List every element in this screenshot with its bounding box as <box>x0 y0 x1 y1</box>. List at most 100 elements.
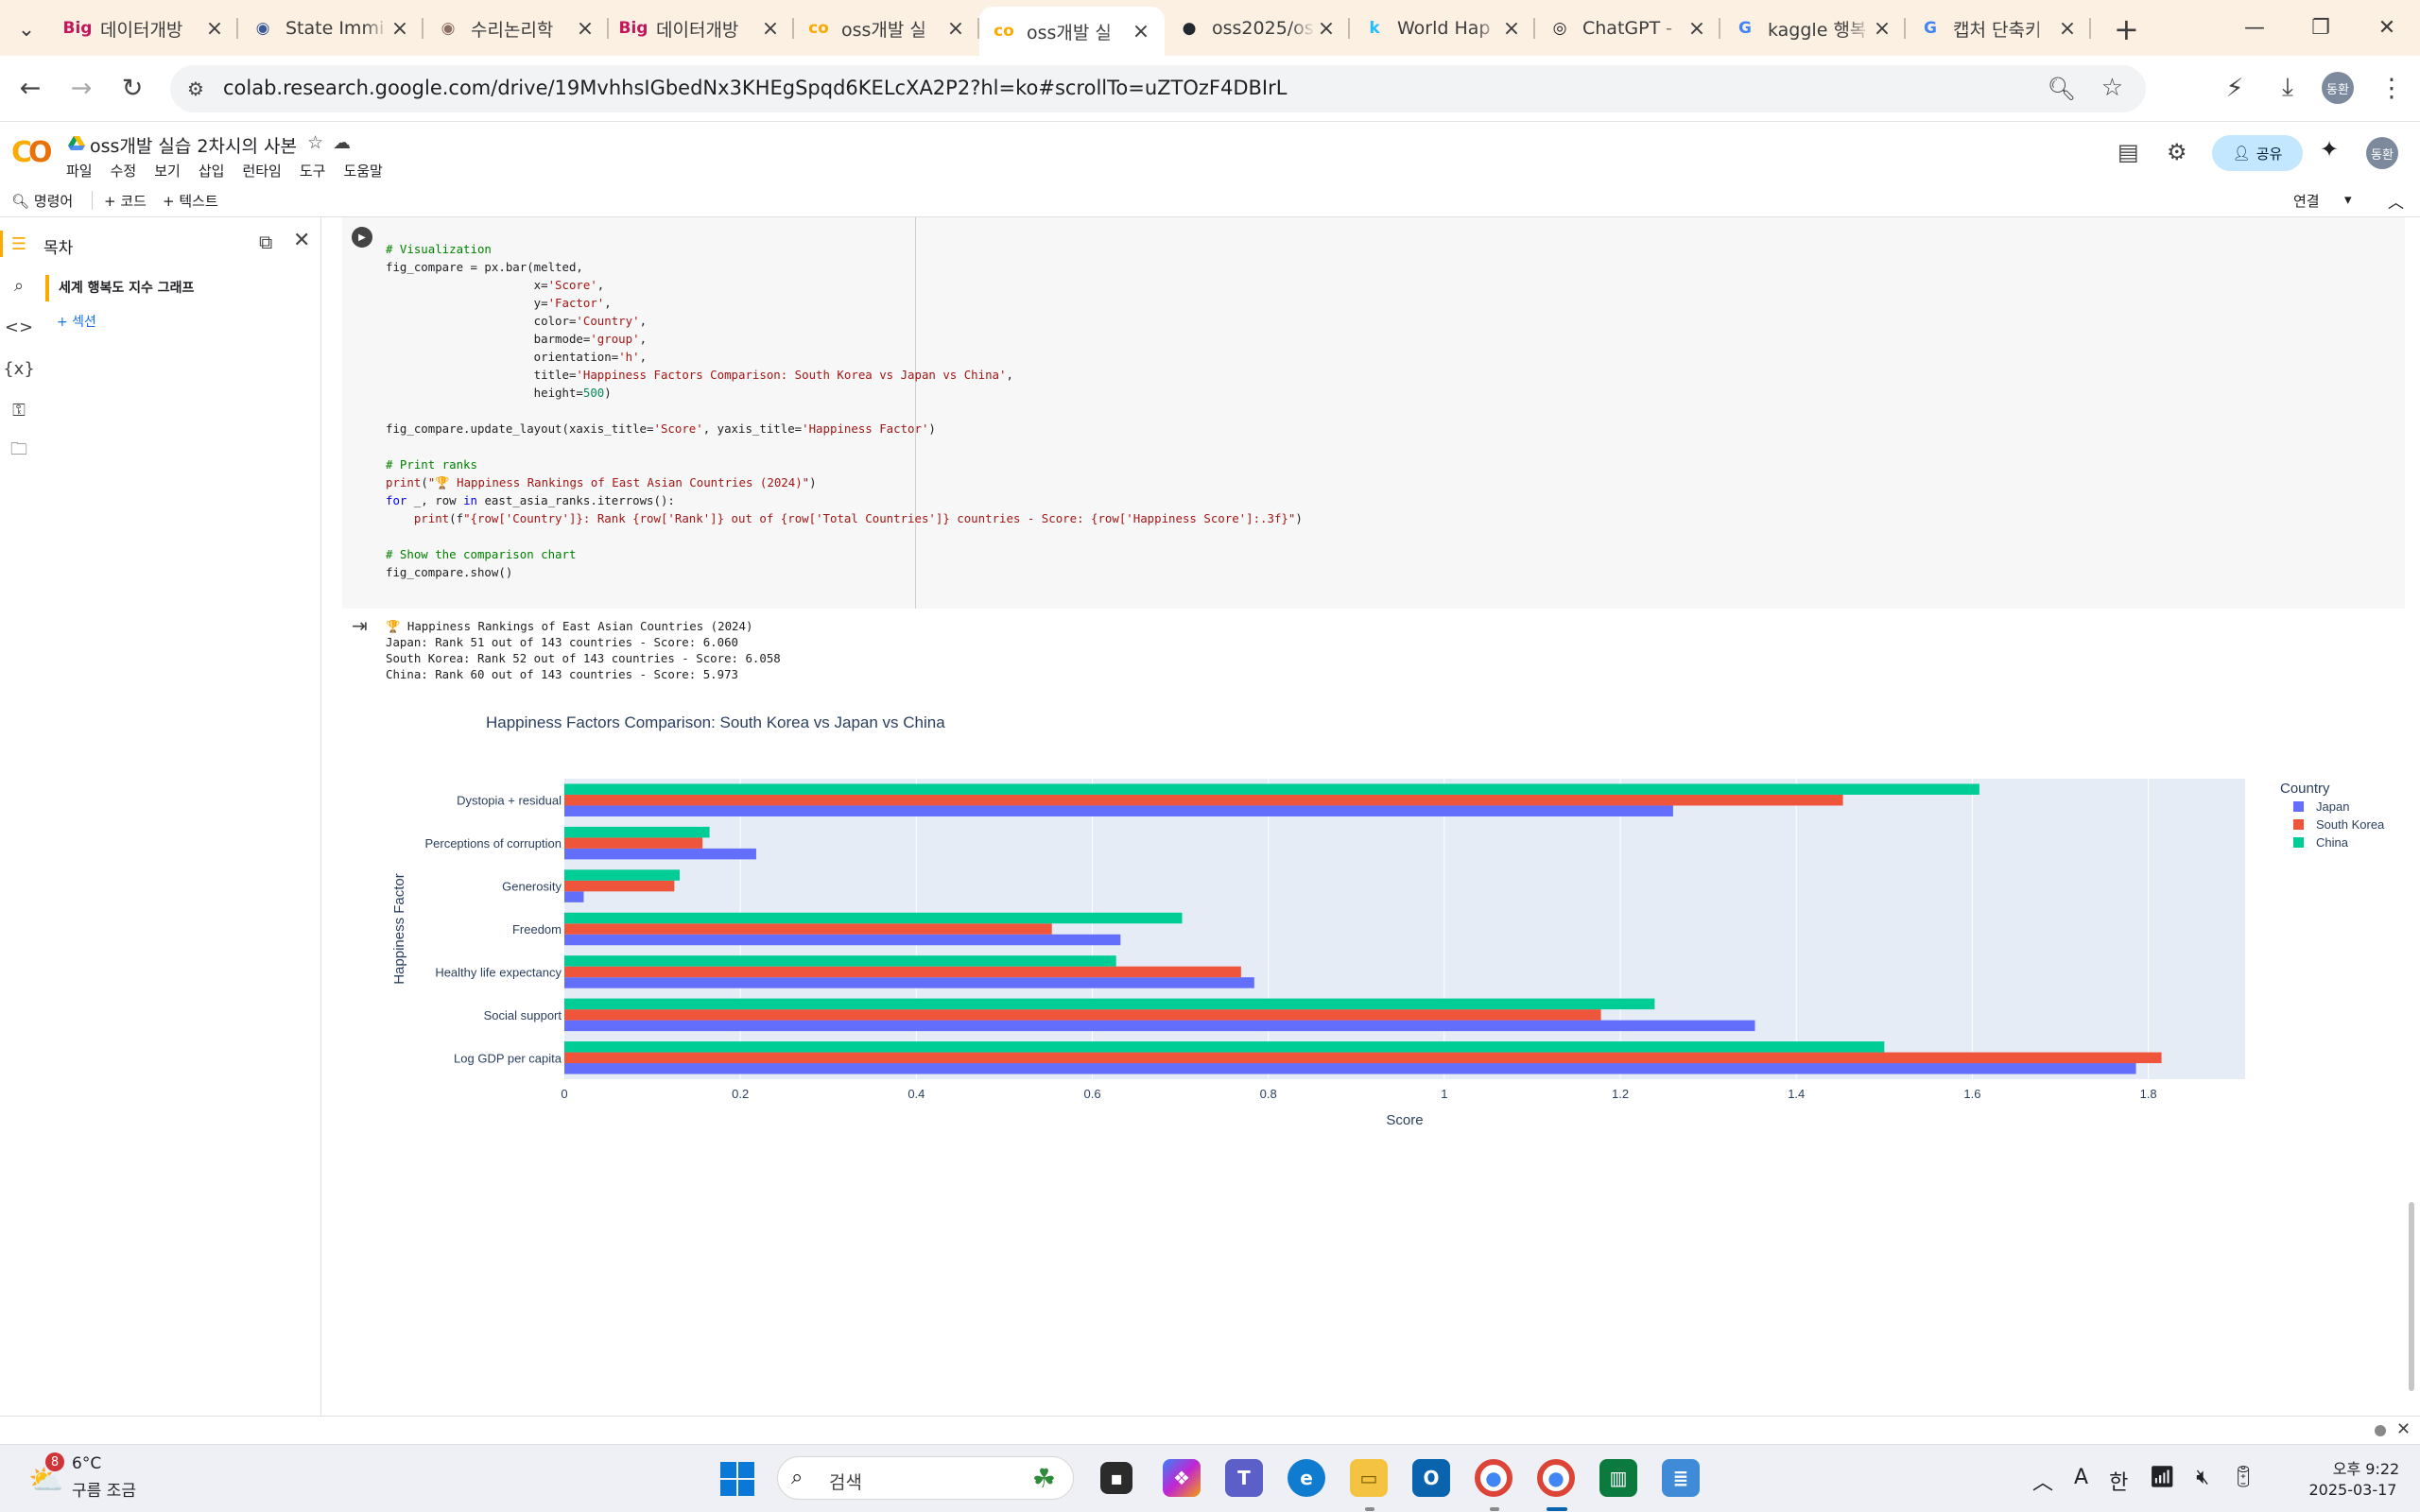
bar-japan[interactable] <box>564 805 1673 816</box>
close-status-icon[interactable]: ✕ <box>2396 1419 2411 1439</box>
menu-item[interactable]: 삽입 <box>199 161 225 180</box>
legend-swatch[interactable] <box>2293 801 2304 812</box>
popout-icon[interactable]: ⧉ <box>259 231 272 253</box>
bar-south-korea[interactable] <box>564 880 675 892</box>
bar-japan[interactable] <box>564 1020 1755 1032</box>
share-button[interactable]: 👤︎ 공유 <box>2212 135 2303 171</box>
battery-icon[interactable]: 🔋︎ <box>2230 1466 2256 1496</box>
reload-icon[interactable]: ↻ <box>113 69 151 107</box>
close-tab-icon[interactable]: × <box>1131 20 1151 43</box>
close-tab-icon[interactable]: × <box>204 17 225 41</box>
legend-label[interactable]: South Korea <box>2316 817 2385 832</box>
bar-japan[interactable] <box>564 848 756 860</box>
back-icon[interactable]: ← <box>11 69 49 107</box>
address-bar[interactable]: ⚙ colab.research.google.com/drive/19Mvhh… <box>170 65 2146 112</box>
start-windows-icon[interactable] <box>720 1462 754 1496</box>
bar-china[interactable] <box>564 1041 1885 1053</box>
bookmark-star-icon[interactable]: ☆ <box>2101 74 2123 102</box>
file-explorer-icon[interactable]: ▭ <box>1350 1459 1388 1497</box>
close-tab-icon[interactable]: × <box>1501 17 1522 41</box>
outlook-icon[interactable]: O <box>1412 1459 1450 1497</box>
legend-swatch[interactable] <box>2293 837 2304 848</box>
run-cell-icon[interactable]: ▶ <box>352 227 372 248</box>
profile-avatar[interactable]: 동환 <box>2322 72 2354 104</box>
toc-icon[interactable]: ☰ <box>0 225 38 263</box>
weather-description[interactable]: 구름 조금 <box>72 1477 136 1501</box>
ime-indicator[interactable]: 한 <box>2109 1466 2128 1496</box>
secrets-key-icon[interactable]: ⚿ <box>0 391 38 429</box>
colab-logo[interactable]: CO <box>11 136 52 169</box>
bar-japan[interactable] <box>564 934 1121 946</box>
bar-china[interactable] <box>564 912 1183 924</box>
menu-item[interactable]: 수정 <box>111 161 137 180</box>
tab-search-icon[interactable]: ⌄ <box>9 12 43 46</box>
browser-tab[interactable]: k World Hap × <box>1350 7 1535 50</box>
teams-icon[interactable]: T <box>1225 1459 1263 1497</box>
close-tab-icon[interactable]: × <box>945 17 966 41</box>
bar-south-korea[interactable] <box>564 1009 1601 1021</box>
bar-japan[interactable] <box>564 1063 2136 1074</box>
bar-south-korea[interactable] <box>564 1052 2162 1064</box>
volume-muted-icon[interactable]: 🔇︎ <box>2196 1466 2209 1496</box>
bar-china[interactable] <box>564 955 1116 967</box>
chrome-icon[interactable]: ● <box>1475 1459 1512 1497</box>
chrome-menu-icon[interactable]: ⋮ <box>2373 69 2411 107</box>
happiness-bar-chart[interactable]: 0 0.2 0.4 0.6 0.8 1 1.2 1.4 1.6 1.8 Log GDP per ca… <box>378 756 2392 1134</box>
bar-china[interactable] <box>564 998 1655 1010</box>
edge-browser-icon[interactable]: e <box>1288 1459 1325 1497</box>
browser-tab[interactable]: ● oss2025/os × <box>1165 7 1350 50</box>
bar-japan[interactable] <box>564 977 1254 988</box>
menu-item[interactable]: 파일 <box>66 161 93 180</box>
settings-gear-icon[interactable]: ⚙ <box>2167 139 2187 165</box>
clock-time[interactable]: 오후 9:22 <box>2324 1456 2409 1479</box>
bar-south-korea[interactable] <box>564 794 1843 806</box>
files-folder-icon[interactable]: 🗀 <box>0 433 38 471</box>
browser-tab[interactable]: Big 데이터개방 × <box>53 7 238 50</box>
add-section-button[interactable]: + 섹션 <box>57 312 96 331</box>
browser-tab[interactable]: ◎ ChatGPT - × <box>1535 7 1720 50</box>
menu-item[interactable]: 도구 <box>300 161 326 180</box>
spreadsheet-app-icon[interactable]: ▥ <box>1599 1459 1637 1497</box>
font-icon[interactable]: A <box>2074 1466 2088 1496</box>
notepad-icon[interactable]: ≣ <box>1662 1459 1700 1497</box>
comment-icon[interactable]: ▤ <box>2118 139 2139 165</box>
browser-tab[interactable]: co oss개발 실 × <box>979 7 1165 56</box>
browser-tab[interactable]: ◉ State Immi × <box>238 7 424 50</box>
star-icon[interactable]: ☆ <box>307 132 323 153</box>
close-tab-icon[interactable]: × <box>389 17 410 41</box>
bar-south-korea[interactable] <box>564 923 1052 935</box>
menu-item[interactable]: 도움말 <box>343 161 382 180</box>
code-editor[interactable]: # Visualization fig_compare = px.bar(mel… <box>386 240 1303 581</box>
bar-south-korea[interactable] <box>564 837 703 849</box>
close-tab-icon[interactable]: × <box>575 17 596 41</box>
add-code-button[interactable]: + 코드 <box>104 191 147 211</box>
minimize-icon[interactable]: — <box>2221 0 2288 56</box>
performance-icon[interactable]: ⚡ <box>2216 69 2254 107</box>
restore-icon[interactable]: ❐ <box>2288 0 2354 56</box>
close-tab-icon[interactable]: × <box>1686 17 1707 41</box>
vertical-scrollbar[interactable] <box>2409 1202 2414 1391</box>
download-icon[interactable]: ⤓ <box>2269 69 2307 107</box>
close-tab-icon[interactable]: × <box>2057 17 2078 41</box>
chrome-profile-icon[interactable]: ● <box>1537 1459 1575 1497</box>
close-tab-icon[interactable]: × <box>760 17 781 41</box>
bar-china[interactable] <box>564 783 1979 795</box>
menu-item[interactable]: 보기 <box>154 161 181 180</box>
taskbar-search-box[interactable]: ⌕ 검색 ☘ <box>777 1456 1074 1500</box>
legend-label[interactable]: China <box>2316 835 2349 850</box>
task-view-icon[interactable]: ▪ <box>1100 1462 1132 1494</box>
menu-item[interactable]: 런타임 <box>242 161 281 180</box>
add-text-button[interactable]: + 텍스트 <box>163 191 218 211</box>
toc-item[interactable]: 세계 행복도 지수 그래프 <box>45 275 194 301</box>
browser-tab[interactable]: Gkaggle 행복 × <box>1720 7 1906 50</box>
bar-south-korea[interactable] <box>564 966 1241 978</box>
bar-japan[interactable] <box>564 891 584 902</box>
weather-temperature[interactable]: 6°C <box>72 1454 101 1473</box>
bar-china[interactable] <box>564 869 680 881</box>
browser-tab[interactable]: Big 데이터개방 × <box>609 7 794 50</box>
account-avatar[interactable]: 동환 <box>2366 137 2398 169</box>
bar-china[interactable] <box>564 826 710 838</box>
close-tab-icon[interactable]: × <box>1872 17 1893 41</box>
clock-date[interactable]: 2025-03-17 <box>2297 1481 2409 1499</box>
legend-swatch[interactable] <box>2293 819 2304 830</box>
